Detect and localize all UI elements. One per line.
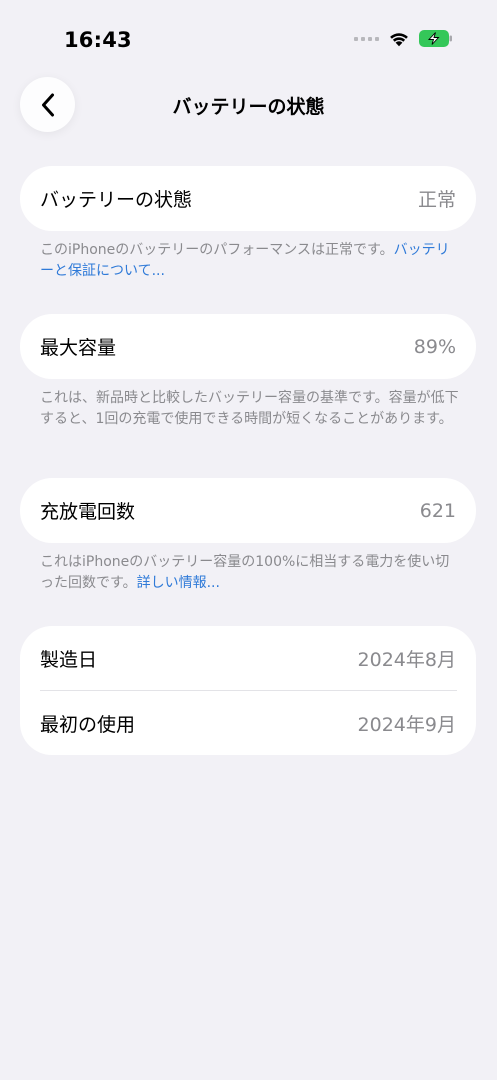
first-use-label: 最初の使用 — [40, 713, 136, 736]
cycle-count-row: 充放電回数 621 — [20, 478, 476, 543]
battery-health-footnote: このiPhoneのバッテリーのパフォーマンスは正常です。バッテリーと保証について… — [40, 240, 460, 282]
wifi-icon — [390, 33, 408, 47]
cycle-count-label: 充放電回数 — [40, 501, 136, 523]
max-capacity-value: 89% — [413, 335, 456, 358]
navigation-bar: バッテリーの状態 — [0, 72, 497, 136]
cycle-count-footnote-text: これはiPhoneのバッテリー容量の100%に相当する電力を使い切った回数です。 — [40, 554, 450, 591]
learn-more-link[interactable]: 詳しい情報... — [137, 575, 220, 591]
max-capacity-card: 最大容量 89% — [20, 314, 476, 379]
max-capacity-footnote-text: これは、新品時と比較したバッテリー容量の基準です。容量が低下すると、1回の充電で… — [40, 390, 459, 427]
cellular-signal-icon — [354, 36, 379, 41]
battery-health-row: バッテリーの状態 正常 — [20, 166, 476, 231]
status-bar: 16:43 — [0, 0, 497, 80]
status-time: 16:43 — [64, 28, 132, 52]
manufacture-date-label: 製造日 — [40, 648, 98, 671]
max-capacity-label: 最大容量 — [40, 337, 117, 359]
battery-charging-icon — [419, 30, 452, 47]
page-title: バッテリーの状態 — [172, 96, 325, 118]
battery-health-value: 正常 — [417, 189, 456, 211]
cycle-count-footnote: これはiPhoneのバッテリー容量の100%に相当する電力を使い切った回数です。… — [40, 552, 460, 594]
cycle-count-card: 充放電回数 621 — [20, 478, 476, 543]
cycle-count-value: 621 — [419, 499, 456, 522]
battery-health-footnote-text: このiPhoneのバッテリーのパフォーマンスは正常です。 — [40, 242, 394, 258]
manufacture-date-value: 2024年8月 — [357, 648, 456, 671]
max-capacity-footnote: これは、新品時と比較したバッテリー容量の基準です。容量が低下すると、1回の充電で… — [40, 388, 460, 430]
dates-card: 製造日 2024年8月 最初の使用 2024年9月 — [20, 626, 476, 755]
battery-health-card: バッテリーの状態 正常 — [20, 166, 476, 231]
battery-health-label: バッテリーの状態 — [40, 189, 193, 211]
status-icons — [354, 30, 453, 47]
first-use-row: 最初の使用 2024年9月 — [20, 691, 476, 755]
first-use-value: 2024年9月 — [357, 713, 456, 736]
max-capacity-row: 最大容量 89% — [20, 314, 476, 379]
manufacture-date-row: 製造日 2024年8月 — [20, 626, 476, 690]
